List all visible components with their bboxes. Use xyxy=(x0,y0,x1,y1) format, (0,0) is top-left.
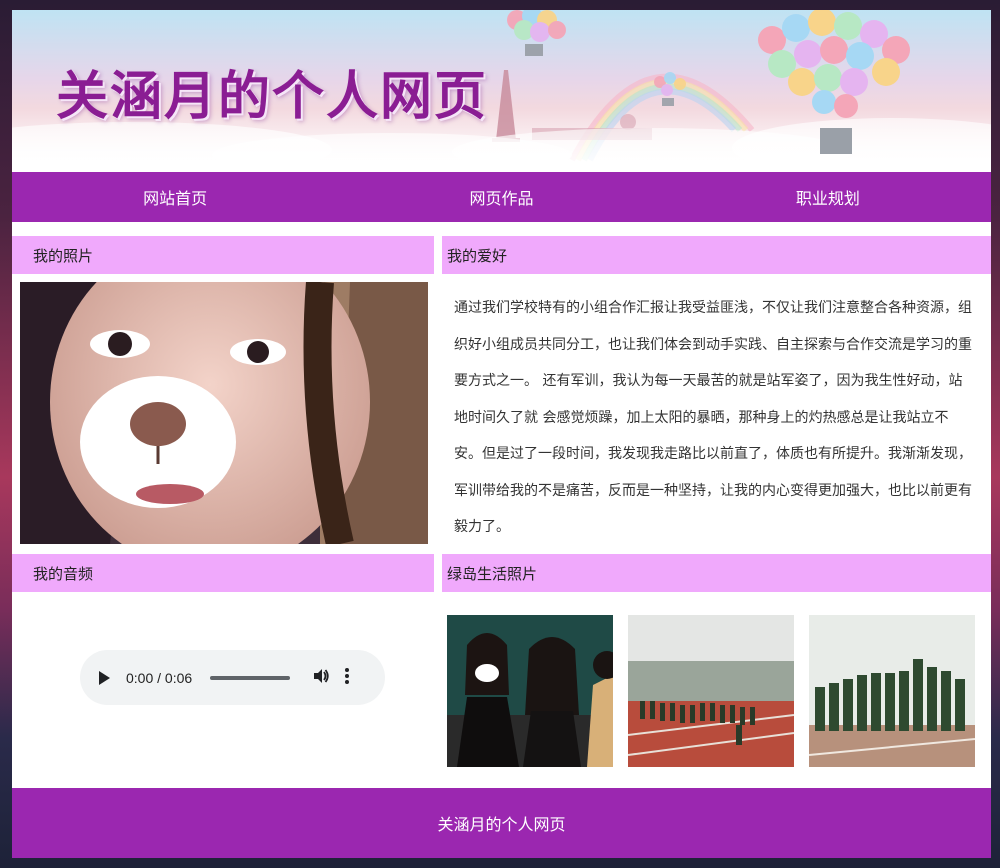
play-button[interactable] xyxy=(92,670,116,686)
hobby-section-header: 我的爱好 xyxy=(442,236,991,274)
gallery-photo-2 xyxy=(628,615,794,767)
audio-section-header: 我的音频 xyxy=(12,554,434,592)
audio-player: 0:00 / 0:06 xyxy=(80,650,385,705)
audio-time: 0:00 / 0:06 xyxy=(126,669,193,686)
header-banner: 关涵月的个人网页 xyxy=(12,10,991,162)
volume-button[interactable] xyxy=(312,667,330,688)
nav-item-label: 网页作品 xyxy=(469,189,534,208)
volume-icon xyxy=(314,669,329,683)
nav-item-home[interactable]: 网站首页 xyxy=(12,172,338,222)
page-container: 关涵月的个人网页 网站首页 网页作品 职业规划 我的照片 我的爱好 通过我们学校… xyxy=(12,10,991,858)
nav-item-label: 职业规划 xyxy=(795,189,860,208)
profile-photo xyxy=(20,282,428,544)
more-options-button[interactable] xyxy=(344,667,350,688)
profile-photo-illustration xyxy=(20,282,428,544)
footer-text: 关涵月的个人网页 xyxy=(437,815,566,834)
site-footer: 关涵月的个人网页 xyxy=(12,788,991,858)
site-logo-title: 关涵月的个人网页 xyxy=(56,67,489,127)
gallery-photo-1-illustration xyxy=(447,615,613,767)
hobby-section-title: 我的爱好 xyxy=(447,246,508,265)
more-vert-icon xyxy=(345,668,350,684)
audio-progress-slider[interactable] xyxy=(210,675,291,680)
gallery-photo-3 xyxy=(809,615,975,767)
gallery-photo-3-illustration xyxy=(809,615,975,767)
gallery-photo-2-illustration xyxy=(628,615,794,767)
photo-section-title: 我的照片 xyxy=(33,246,94,265)
nav-item-works[interactable]: 网页作品 xyxy=(338,172,664,222)
nav-item-label: 网站首页 xyxy=(143,189,208,208)
gallery-section-title: 绿岛生活照片 xyxy=(447,564,538,583)
play-icon xyxy=(99,670,110,685)
main-nav: 网站首页 网页作品 职业规划 xyxy=(12,172,991,222)
hobby-paragraph: 通过我们学校特有的小组合作汇报让我受益匪浅，不仅让我们注意整合各种资源，组织好小… xyxy=(454,300,972,535)
gallery-section-header: 绿岛生活照片 xyxy=(442,554,991,592)
nav-item-career[interactable]: 职业规划 xyxy=(665,172,991,222)
audio-section-title: 我的音频 xyxy=(33,564,94,583)
gallery-photo-1 xyxy=(447,615,613,767)
photo-section-header: 我的照片 xyxy=(12,236,434,274)
